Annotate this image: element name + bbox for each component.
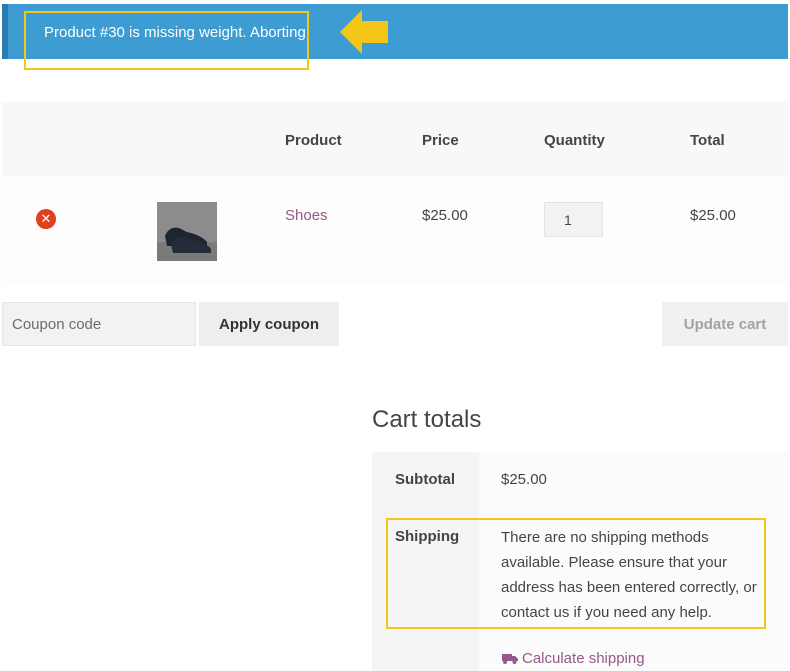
product-thumbnail[interactable] [157,202,217,261]
subtotal-value: $25.00 [501,471,547,488]
quantity-input[interactable] [544,202,603,237]
cart-totals-title: Cart totals [372,406,482,433]
product-link[interactable]: Shoes [285,207,328,224]
header-quantity: Quantity [544,132,605,149]
update-cart-button[interactable]: Update cart [662,302,788,346]
header-product: Product [285,132,342,149]
coupon-code-input[interactable] [2,302,196,346]
notice-highlight-box [24,11,309,70]
shoe-thumbnail-icon [157,202,217,261]
subtotal-label: Subtotal [395,471,455,488]
apply-coupon-button[interactable]: Apply coupon [199,302,339,346]
shipping-highlight-box [386,518,766,629]
truck-icon [502,654,518,664]
cart-table-header [2,102,788,176]
header-total: Total [690,132,725,149]
arrow-annotation-icon [340,10,388,54]
item-price: $25.00 [422,207,468,224]
remove-item-icon[interactable]: ✕ [36,209,56,229]
calculate-shipping-label: Calculate shipping [522,650,645,667]
item-total: $25.00 [690,207,736,224]
header-price: Price [422,132,459,149]
calculate-shipping-link[interactable]: Calculate shipping [502,650,645,667]
table-row [2,176,788,284]
